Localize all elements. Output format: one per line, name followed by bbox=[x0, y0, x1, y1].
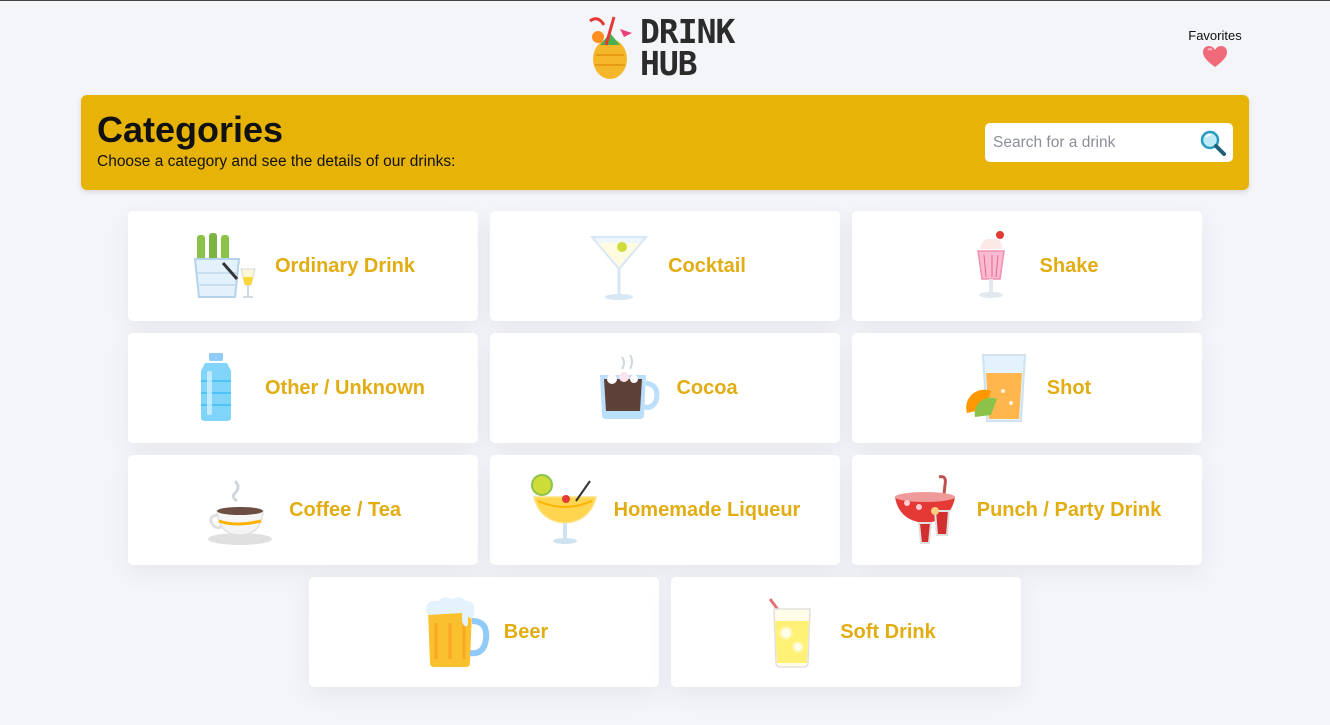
beer-bucket-icon bbox=[193, 233, 256, 298]
category-label: Homemade Liqueur bbox=[613, 498, 801, 521]
category-label: Punch / Party Drink bbox=[976, 498, 1162, 521]
category-card-shot[interactable]: Shot bbox=[852, 333, 1202, 443]
category-label: Beer bbox=[503, 620, 549, 643]
category-card-soft-drink[interactable]: Soft Drink bbox=[671, 577, 1021, 687]
category-card-beer[interactable]: Beer bbox=[309, 577, 659, 687]
category-label: Shake bbox=[1039, 254, 1099, 277]
category-card-ordinary-drink[interactable]: Ordinary Drink bbox=[128, 211, 478, 321]
beer-mug-icon bbox=[425, 597, 489, 667]
favorites-link[interactable]: Favorites bbox=[1180, 28, 1250, 69]
category-label: Cocoa bbox=[676, 376, 738, 399]
category-label: Ordinary Drink bbox=[274, 254, 416, 277]
page-title: Categories bbox=[97, 109, 284, 150]
category-card-other-unknown[interactable]: Other / Unknown bbox=[128, 333, 478, 443]
milkshake-icon bbox=[976, 231, 1005, 298]
cocoa-mug-icon bbox=[600, 354, 660, 419]
punch-bowl-icon bbox=[894, 475, 955, 544]
category-card-shake[interactable]: Shake bbox=[852, 211, 1202, 321]
categories-banner: Categories Choose a category and see the… bbox=[81, 95, 1249, 190]
search-input[interactable] bbox=[993, 133, 1193, 152]
orange-juice-glass-icon bbox=[965, 354, 1026, 422]
tropical-cocktail-icon bbox=[530, 474, 597, 544]
favorites-label: Favorites bbox=[1188, 28, 1242, 43]
category-label: Cocktail bbox=[668, 254, 746, 277]
search-icon[interactable] bbox=[1200, 130, 1226, 156]
martini-icon bbox=[589, 236, 649, 300]
category-card-cocoa[interactable]: Cocoa bbox=[490, 333, 840, 443]
category-label: Shot bbox=[1046, 376, 1092, 399]
lemonade-icon bbox=[769, 598, 811, 668]
heart-icon[interactable] bbox=[1202, 45, 1228, 69]
category-card-coffee-tea[interactable]: Coffee / Tea bbox=[128, 455, 478, 565]
category-card-homemade-liqueur[interactable]: Homemade Liqueur bbox=[490, 455, 840, 565]
logo-text-line2: HUB bbox=[640, 44, 698, 83]
logo[interactable]: DRINK HUB bbox=[586, 15, 735, 83]
teacup-icon bbox=[208, 479, 273, 545]
category-label: Soft Drink bbox=[840, 620, 936, 643]
category-label: Other / Unknown bbox=[265, 376, 425, 399]
category-label: Coffee / Tea bbox=[289, 498, 401, 521]
water-bottle-icon bbox=[201, 353, 231, 421]
category-card-cocktail[interactable]: Cocktail bbox=[490, 211, 840, 321]
category-card-punch-party-drink[interactable]: Punch / Party Drink bbox=[852, 455, 1202, 565]
search-box bbox=[985, 123, 1233, 162]
pineapple-cocktail-icon bbox=[589, 16, 632, 79]
page-subtitle: Choose a category and see the details of… bbox=[97, 153, 456, 170]
